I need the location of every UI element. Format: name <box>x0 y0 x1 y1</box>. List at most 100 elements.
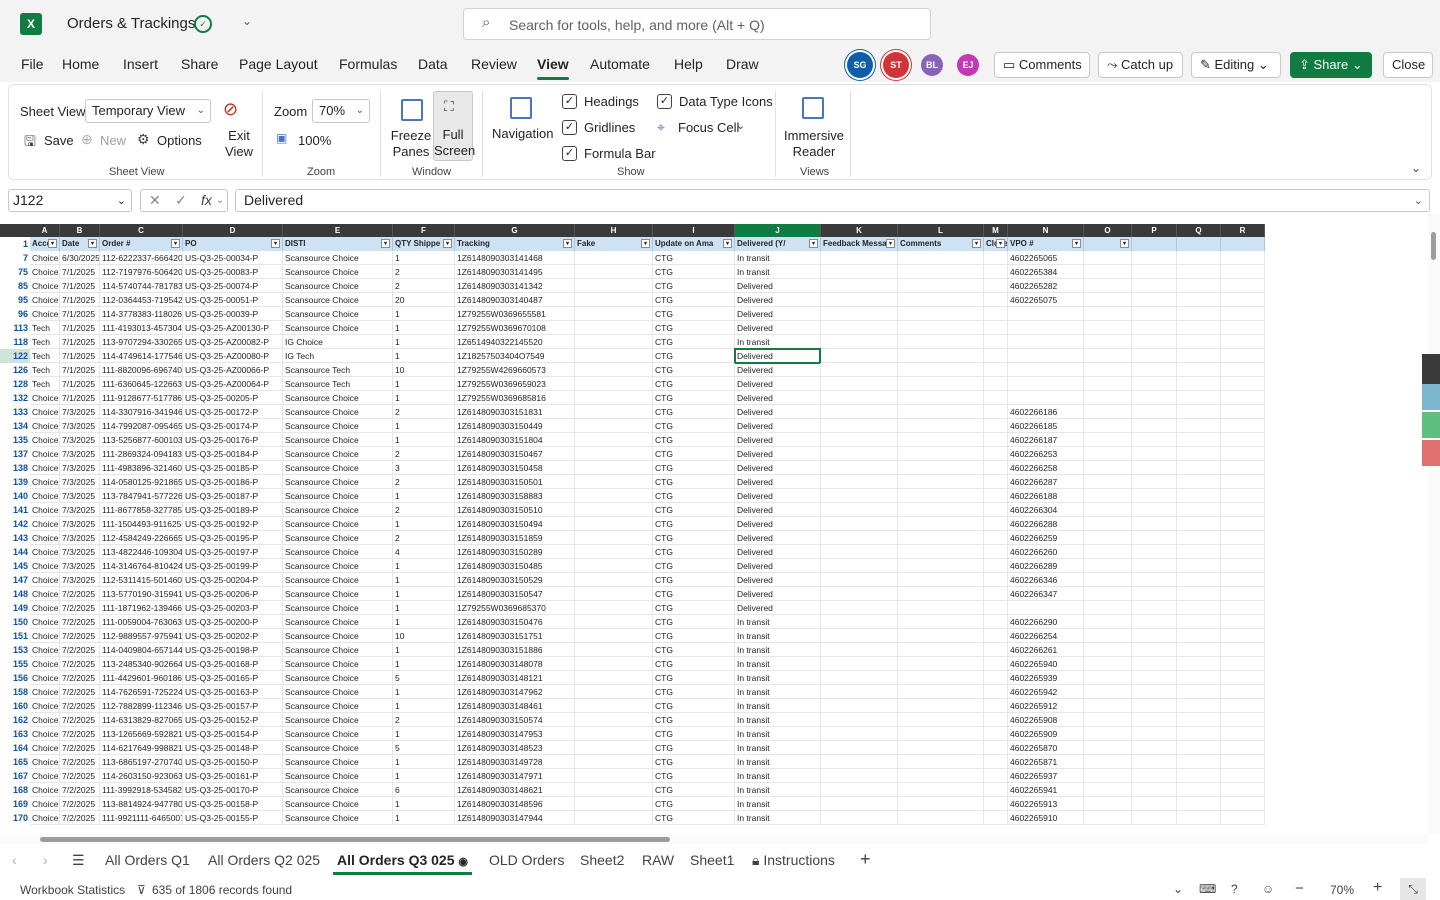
table-cell[interactable]: 113-7847941-5772269 <box>100 489 183 503</box>
table-cell[interactable] <box>575 615 653 629</box>
table-cell[interactable] <box>1221 741 1265 755</box>
table-cell[interactable]: 1 <box>393 643 455 657</box>
table-cell[interactable] <box>1008 601 1084 615</box>
tab-draw[interactable]: Draw <box>726 56 759 72</box>
editing-mode-button[interactable]: ✎ Editing ⌄ <box>1191 52 1281 78</box>
table-cell[interactable] <box>1177 433 1221 447</box>
table-cell[interactable]: 111-2869324-0941834 <box>100 447 183 461</box>
table-cell[interactable] <box>821 573 898 587</box>
table-cell[interactable]: Delivered <box>735 447 821 461</box>
table-cell[interactable] <box>575 279 653 293</box>
table-cell[interactable]: US-Q3-25-00168-P <box>183 657 283 671</box>
table-cell[interactable] <box>1177 741 1221 755</box>
table-cell[interactable] <box>1132 769 1177 783</box>
table-cell[interactable] <box>1084 503 1132 517</box>
table-cell[interactable] <box>1221 699 1265 713</box>
table-cell[interactable]: 1 <box>393 517 455 531</box>
table-cell[interactable] <box>1177 545 1221 559</box>
row-header[interactable]: 167 <box>0 769 30 783</box>
table-cell[interactable] <box>821 461 898 475</box>
table-cell[interactable]: In transit <box>735 727 821 741</box>
table-cell[interactable] <box>1132 727 1177 741</box>
table-cell[interactable]: Tech <box>30 377 60 391</box>
table-cell[interactable]: Delivered <box>735 573 821 587</box>
add-sheet-button[interactable]: + <box>860 849 871 870</box>
table-cell[interactable]: 4602266261 <box>1008 643 1084 657</box>
side-panel-tab[interactable] <box>1422 412 1440 438</box>
table-cell[interactable] <box>1132 559 1177 573</box>
new-view-button[interactable]: New <box>100 133 126 148</box>
table-cell[interactable]: US-Q3-25-00158-P <box>183 797 283 811</box>
table-cell[interactable]: Scansource Choice <box>283 517 393 531</box>
filter-dropdown-icon[interactable]: ▾ <box>809 239 818 248</box>
table-cell[interactable] <box>1221 335 1265 349</box>
table-cell[interactable] <box>575 643 653 657</box>
table-cell[interactable]: 111-4983896-3214609 <box>100 461 183 475</box>
table-cell[interactable]: 4602266304 <box>1008 503 1084 517</box>
table-cell[interactable]: 7/3/2025 <box>60 461 100 475</box>
table-cell[interactable] <box>1132 433 1177 447</box>
table-cell[interactable]: CTG <box>653 713 735 727</box>
table-cell[interactable]: CTG <box>653 769 735 783</box>
table-cell[interactable]: Delivered <box>735 363 821 377</box>
table-cell[interactable]: Scansource Choice <box>283 503 393 517</box>
table-cell[interactable]: 1Z6148090303148523 <box>455 741 575 755</box>
table-cell[interactable] <box>1177 279 1221 293</box>
table-cell[interactable] <box>898 293 984 307</box>
table-cell[interactable]: Delivered <box>735 517 821 531</box>
table-cell[interactable]: 1 <box>393 769 455 783</box>
table-cell[interactable]: 7/2/2025 <box>60 769 100 783</box>
filter-dropdown-icon[interactable]: ▾ <box>641 239 650 248</box>
table-cell[interactable] <box>898 405 984 419</box>
table-cell[interactable] <box>984 685 1008 699</box>
table-cell[interactable] <box>1177 391 1221 405</box>
table-cell[interactable]: 7/3/2025 <box>60 489 100 503</box>
table-cell[interactable]: US-Q3-25-00199-P <box>183 559 283 573</box>
table-cell[interactable]: 1Z6148090303141495 <box>455 265 575 279</box>
table-header-cell[interactable]: Close▾ <box>984 237 1008 251</box>
table-cell[interactable]: Delivered <box>735 545 821 559</box>
table-cell[interactable]: Scansource Choice <box>283 279 393 293</box>
table-cell[interactable] <box>1221 321 1265 335</box>
column-header[interactable]: O <box>1084 224 1132 237</box>
table-cell[interactable]: CTG <box>653 573 735 587</box>
table-cell[interactable]: In transit <box>735 629 821 643</box>
table-cell[interactable]: US-Q3-25-00204-P <box>183 573 283 587</box>
table-cell[interactable] <box>1084 279 1132 293</box>
table-cell[interactable] <box>898 741 984 755</box>
table-cell[interactable] <box>1132 587 1177 601</box>
table-cell[interactable] <box>984 713 1008 727</box>
table-cell[interactable] <box>1084 405 1132 419</box>
table-cell[interactable]: US-Q3-25-00185-P <box>183 461 283 475</box>
table-cell[interactable] <box>1132 531 1177 545</box>
table-cell[interactable]: Choice <box>30 405 60 419</box>
table-cell[interactable] <box>898 517 984 531</box>
table-cell[interactable]: 7/1/2025 <box>60 377 100 391</box>
table-cell[interactable]: Choice <box>30 419 60 433</box>
table-cell[interactable] <box>1177 685 1221 699</box>
table-cell[interactable] <box>898 615 984 629</box>
filter-dropdown-icon[interactable]: ▾ <box>563 239 572 248</box>
table-cell[interactable]: US-Q3-25-00186-P <box>183 475 283 489</box>
table-cell[interactable] <box>898 811 984 825</box>
table-cell[interactable] <box>1084 251 1132 265</box>
table-cell[interactable] <box>984 447 1008 461</box>
column-header[interactable]: Q <box>1177 224 1221 237</box>
table-cell[interactable]: US-Q3-25-00161-P <box>183 769 283 783</box>
tab-share[interactable]: Share <box>181 56 218 72</box>
table-cell[interactable]: 1Z6148090303158883 <box>455 489 575 503</box>
column-header[interactable]: L <box>898 224 984 237</box>
table-cell[interactable]: 1 <box>393 811 455 825</box>
table-cell[interactable]: Tech <box>30 363 60 377</box>
table-cell[interactable]: 1Z6148090303147971 <box>455 769 575 783</box>
table-cell[interactable] <box>984 699 1008 713</box>
table-cell[interactable] <box>1132 503 1177 517</box>
table-cell[interactable] <box>898 559 984 573</box>
table-cell[interactable] <box>575 335 653 349</box>
table-cell[interactable]: 4602265065 <box>1008 251 1084 265</box>
table-header-cell[interactable]: Fake ▾ <box>575 237 653 251</box>
table-cell[interactable]: 4602265909 <box>1008 727 1084 741</box>
column-header[interactable]: F <box>393 224 455 237</box>
formula-bar-checkbox[interactable]: ✓ <box>562 146 577 161</box>
table-cell[interactable] <box>1221 391 1265 405</box>
